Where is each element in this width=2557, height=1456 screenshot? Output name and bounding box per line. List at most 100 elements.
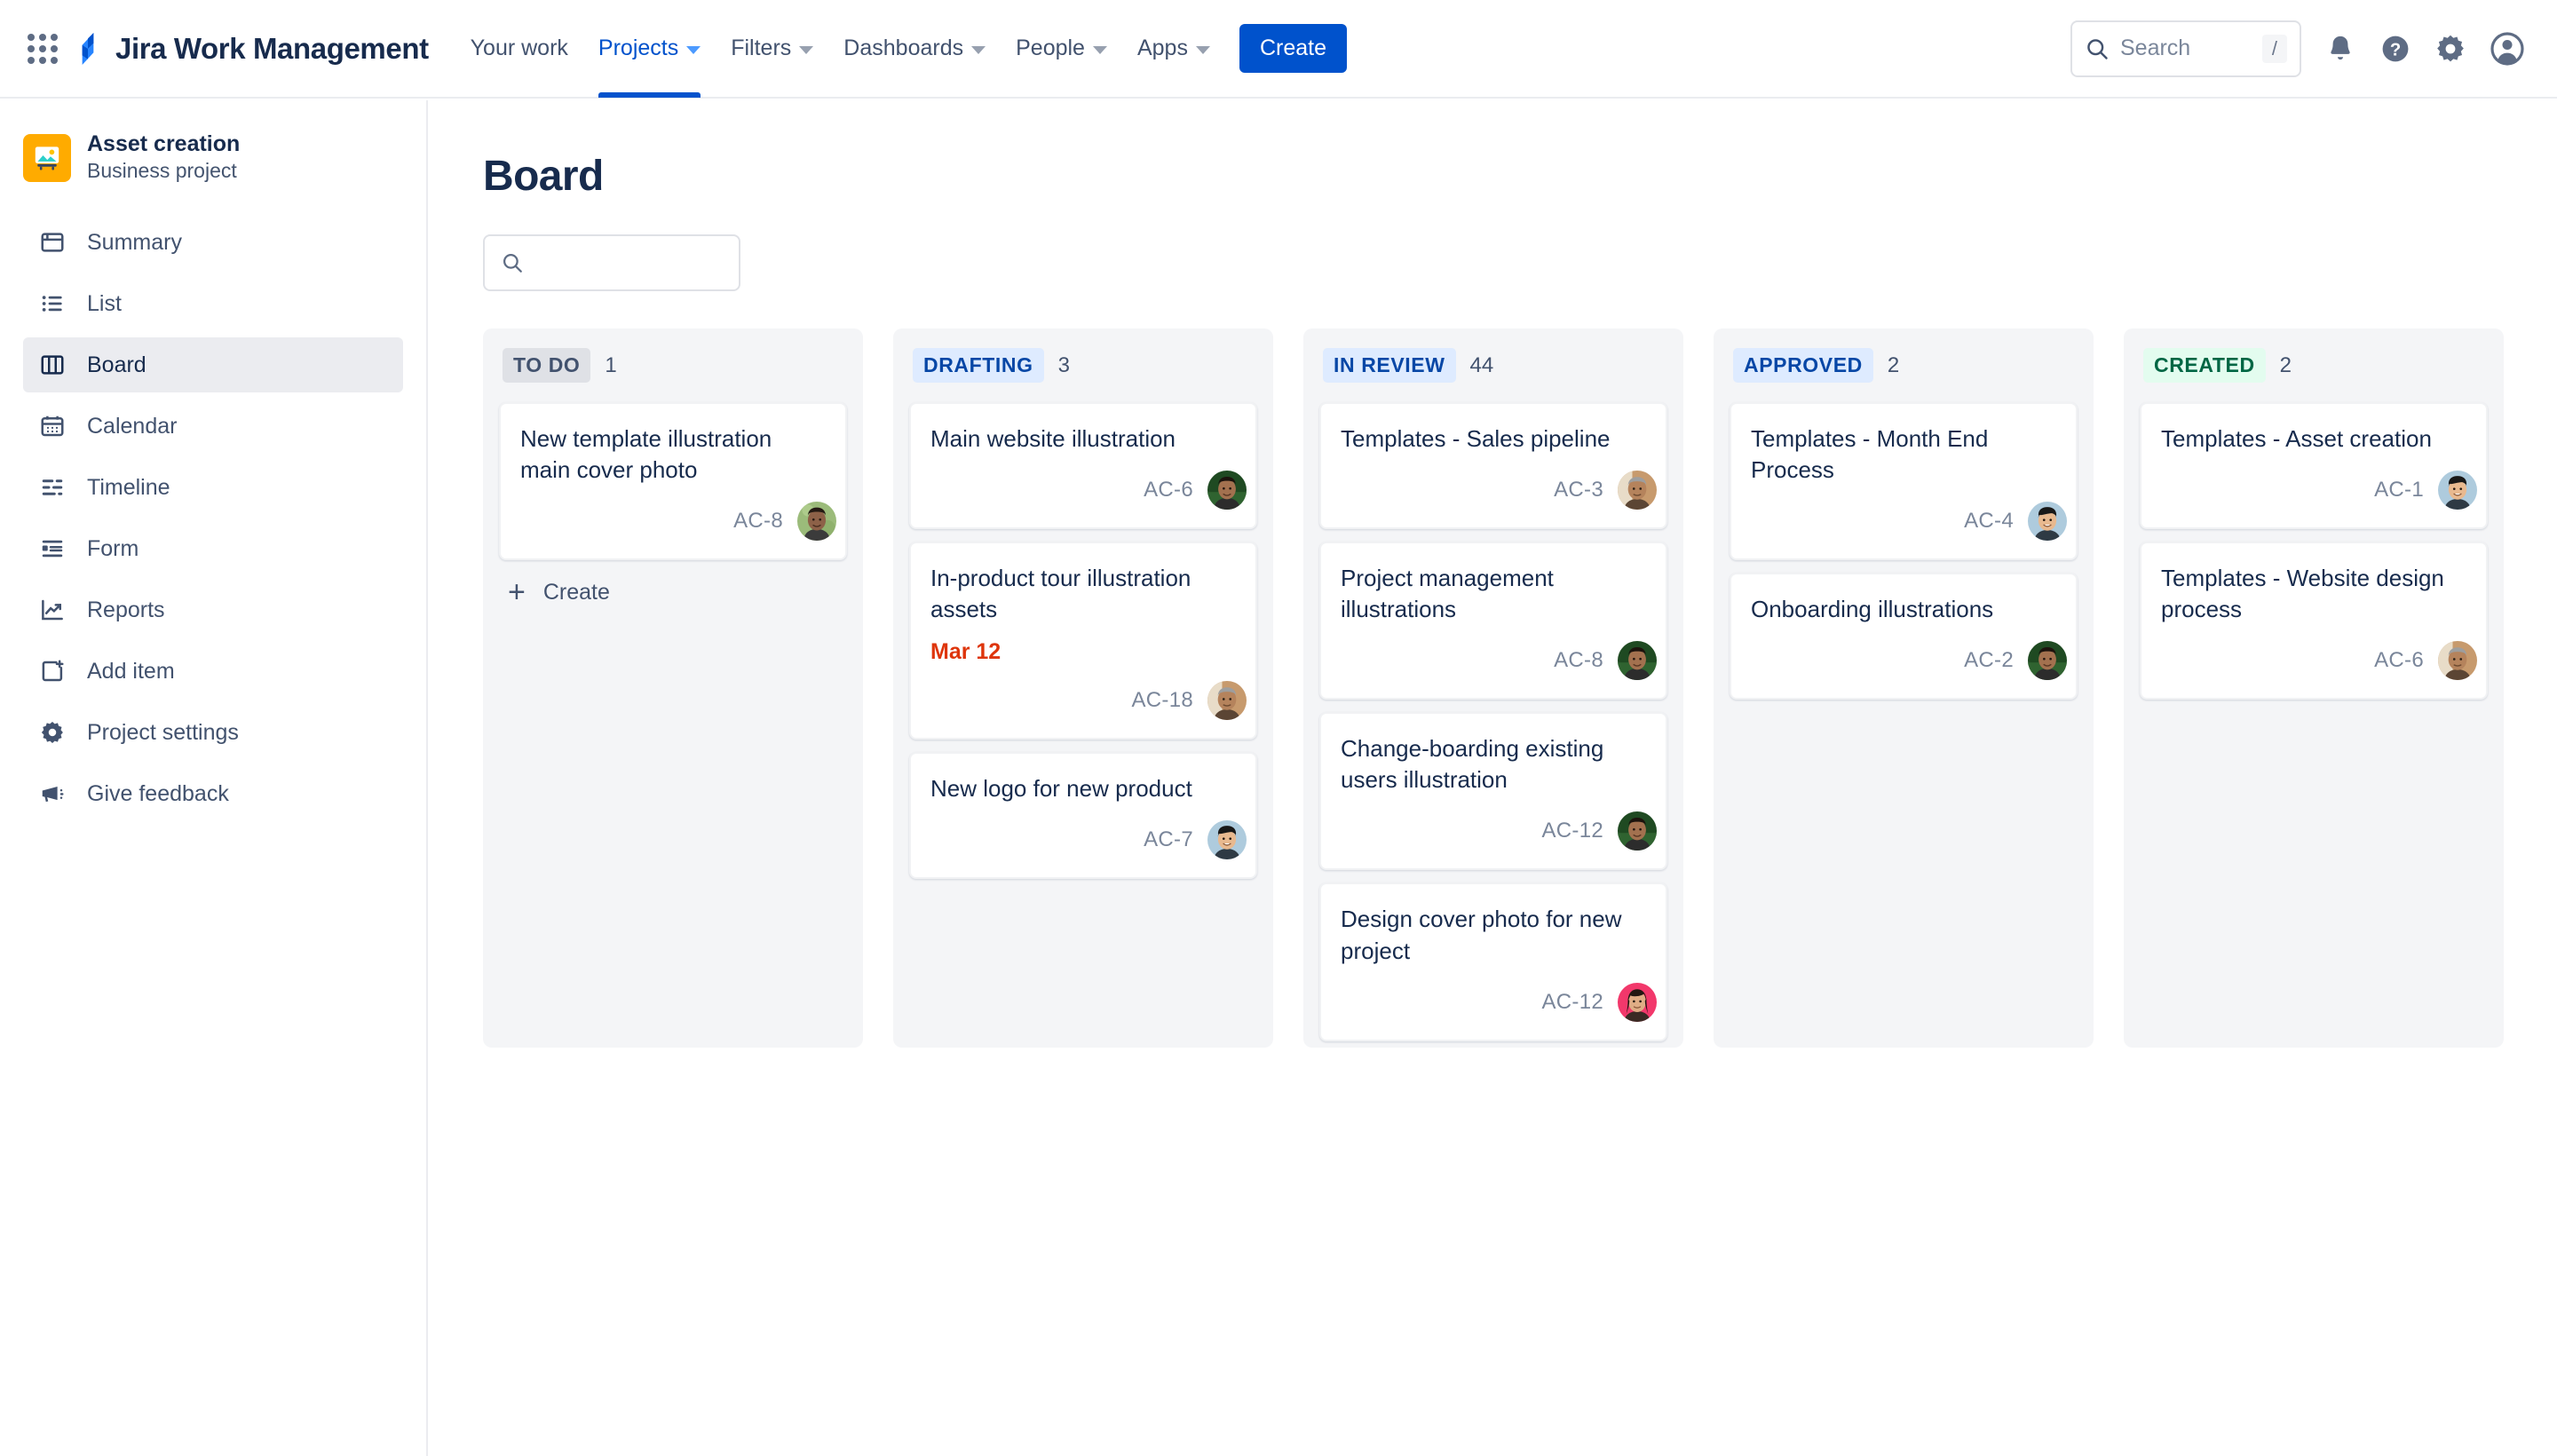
board-columns-icon bbox=[37, 350, 67, 380]
column-card-count: 2 bbox=[1887, 352, 1900, 377]
global-navigation-bar: Jira Work Management Your work Projects … bbox=[0, 0, 2557, 99]
avatar[interactable] bbox=[2436, 469, 2479, 512]
sidebar-item-board[interactable]: Board bbox=[23, 337, 403, 393]
avatar[interactable] bbox=[1206, 469, 1248, 512]
list-bullets-icon bbox=[37, 289, 67, 319]
board-card[interactable]: In-product tour illustration assets Mar 1… bbox=[909, 542, 1257, 740]
chevron-down-icon bbox=[799, 45, 814, 54]
nav-item-label: Filters bbox=[731, 36, 792, 60]
column-status-chip[interactable]: CREATED bbox=[2143, 348, 2266, 383]
sidebar-item-reports[interactable]: Reports bbox=[23, 582, 403, 637]
sidebar-item-give-feedback[interactable]: Give feedback bbox=[23, 766, 403, 821]
project-header[interactable]: Asset creation Business project bbox=[0, 131, 426, 185]
avatar[interactable] bbox=[2026, 500, 2069, 543]
sidebar-item-calendar[interactable]: Calendar bbox=[23, 399, 403, 454]
card-issue-key[interactable]: AC-8 bbox=[1554, 648, 1603, 673]
nav-item-label: Dashboards bbox=[843, 36, 964, 60]
column-card-list: Templates - Month End Process AC-4 Onboard… bbox=[1714, 402, 2094, 700]
sidebar-item-label: Board bbox=[87, 352, 146, 377]
avatar[interactable] bbox=[1616, 810, 1658, 853]
card-issue-key[interactable]: AC-6 bbox=[2374, 648, 2424, 673]
board-card[interactable]: Change-boarding existing users illustrat… bbox=[1319, 712, 1667, 871]
avatar[interactable] bbox=[1206, 819, 1248, 862]
nav-item-your-work[interactable]: Your work bbox=[455, 0, 583, 98]
board-card[interactable]: Onboarding illustrations AC-2 bbox=[1730, 573, 2078, 700]
megaphone-icon bbox=[37, 779, 67, 809]
board-column: TO DO 1 New template illustration main cov… bbox=[483, 328, 863, 1048]
settings-gear-icon[interactable] bbox=[2434, 33, 2466, 65]
project-type: Business project bbox=[87, 159, 237, 183]
avatar[interactable] bbox=[1616, 980, 1658, 1024]
column-status-chip[interactable]: IN REVIEW bbox=[1323, 348, 1456, 383]
card-issue-key[interactable]: AC-12 bbox=[1541, 819, 1603, 843]
global-search-field[interactable]: Search / bbox=[2070, 20, 2301, 77]
board-card[interactable]: Project management illustrations AC-8 bbox=[1319, 542, 1667, 700]
card-footer: AC-2 bbox=[1751, 639, 2069, 683]
card-issue-key[interactable]: AC-12 bbox=[1541, 990, 1603, 1015]
sidebar-item-form[interactable]: Form bbox=[23, 521, 403, 576]
column-card-list: New template illustration main cover pho… bbox=[483, 402, 863, 561]
nav-item-apps[interactable]: Apps bbox=[1122, 0, 1225, 98]
board-column: CREATED 2 Templates - Asset creation AC-1 Te… bbox=[2124, 328, 2504, 1048]
board-column: APPROVED 2 Templates - Month End Process AC… bbox=[1714, 328, 2094, 1048]
notifications-bell-icon[interactable] bbox=[2324, 33, 2356, 65]
avatar[interactable] bbox=[796, 500, 838, 543]
user-account-avatar-icon[interactable] bbox=[2490, 31, 2525, 67]
board-card[interactable]: Templates - Sales pipeline AC-3 bbox=[1319, 402, 1667, 530]
card-issue-key[interactable]: AC-18 bbox=[1131, 688, 1193, 713]
board-card[interactable]: New template illustration main cover pho… bbox=[499, 402, 847, 561]
avatar[interactable] bbox=[1616, 469, 1658, 512]
create-button[interactable]: Create bbox=[1239, 24, 1347, 73]
project-image-icon bbox=[23, 133, 71, 182]
card-issue-key[interactable]: AC-8 bbox=[733, 509, 783, 534]
avatar[interactable] bbox=[2026, 639, 2069, 683]
calendar-icon bbox=[37, 411, 67, 441]
sidebar-item-project-settings[interactable]: Project settings bbox=[23, 705, 403, 760]
grid-apps-icon[interactable] bbox=[23, 29, 62, 68]
board-card[interactable]: Templates - Website design process AC-6 bbox=[2140, 542, 2488, 700]
nav-item-dashboards[interactable]: Dashboards bbox=[828, 0, 1001, 98]
card-issue-key[interactable]: AC-7 bbox=[1144, 827, 1193, 852]
board-card[interactable]: Main website illustration AC-6 bbox=[909, 402, 1257, 530]
card-issue-key[interactable]: AC-1 bbox=[2374, 478, 2424, 502]
sidebar-item-list[interactable]: List bbox=[23, 276, 403, 331]
avatar[interactable] bbox=[1616, 639, 1658, 683]
column-card-count: 2 bbox=[2279, 352, 2292, 377]
card-title: Templates - Website design process bbox=[2161, 565, 2444, 623]
board-card[interactable]: Templates - Asset creation AC-1 bbox=[2140, 402, 2488, 530]
column-header: IN REVIEW 44 bbox=[1303, 348, 1683, 383]
card-issue-key[interactable]: AC-6 bbox=[1144, 478, 1193, 502]
card-issue-key[interactable]: AC-3 bbox=[1554, 478, 1603, 502]
avatar[interactable] bbox=[2436, 639, 2479, 683]
column-header: CREATED 2 bbox=[2124, 348, 2504, 383]
card-title: Templates - Sales pipeline bbox=[1341, 425, 1611, 452]
card-footer: AC-6 bbox=[930, 469, 1248, 512]
nav-item-people[interactable]: People bbox=[1001, 0, 1122, 98]
board-card[interactable]: Templates - Month End Process AC-4 bbox=[1730, 402, 2078, 561]
nav-right-cluster: Search / ? bbox=[2070, 20, 2525, 77]
sidebar-item-timeline[interactable]: Timeline bbox=[23, 460, 403, 515]
card-issue-key[interactable]: AC-2 bbox=[1964, 648, 2014, 673]
sidebar-item-summary[interactable]: Summary bbox=[23, 215, 403, 270]
nav-item-projects[interactable]: Projects bbox=[583, 0, 716, 98]
column-status-chip[interactable]: DRAFTING bbox=[913, 348, 1044, 383]
card-issue-key[interactable]: AC-4 bbox=[1964, 509, 2014, 534]
column-card-list: Templates - Sales pipeline AC-3 Project ma… bbox=[1303, 402, 1683, 1041]
jira-home-link[interactable]: Jira Work Management bbox=[73, 32, 429, 66]
create-card-button[interactable]: + Create bbox=[483, 560, 863, 614]
nav-item-filters[interactable]: Filters bbox=[716, 0, 828, 98]
card-footer: AC-7 bbox=[930, 819, 1248, 862]
column-status-chip[interactable]: TO DO bbox=[503, 348, 591, 383]
timeline-icon bbox=[37, 472, 67, 502]
card-title: New template illustration main cover pho… bbox=[520, 425, 772, 484]
card-title: Project management illustrations bbox=[1341, 565, 1554, 623]
avatar[interactable] bbox=[1206, 679, 1248, 723]
column-status-chip[interactable]: APPROVED bbox=[1733, 348, 1873, 383]
board-card[interactable]: New logo for new product AC-7 bbox=[909, 752, 1257, 880]
sidebar-item-add-item[interactable]: Add item bbox=[23, 644, 403, 699]
help-question-icon[interactable]: ? bbox=[2379, 33, 2411, 65]
board-search-input[interactable] bbox=[483, 234, 740, 291]
card-footer: AC-12 bbox=[1341, 980, 1658, 1024]
nav-item-label: Apps bbox=[1136, 36, 1188, 60]
board-card[interactable]: Design cover photo for new project AC-12 bbox=[1319, 882, 1667, 1041]
